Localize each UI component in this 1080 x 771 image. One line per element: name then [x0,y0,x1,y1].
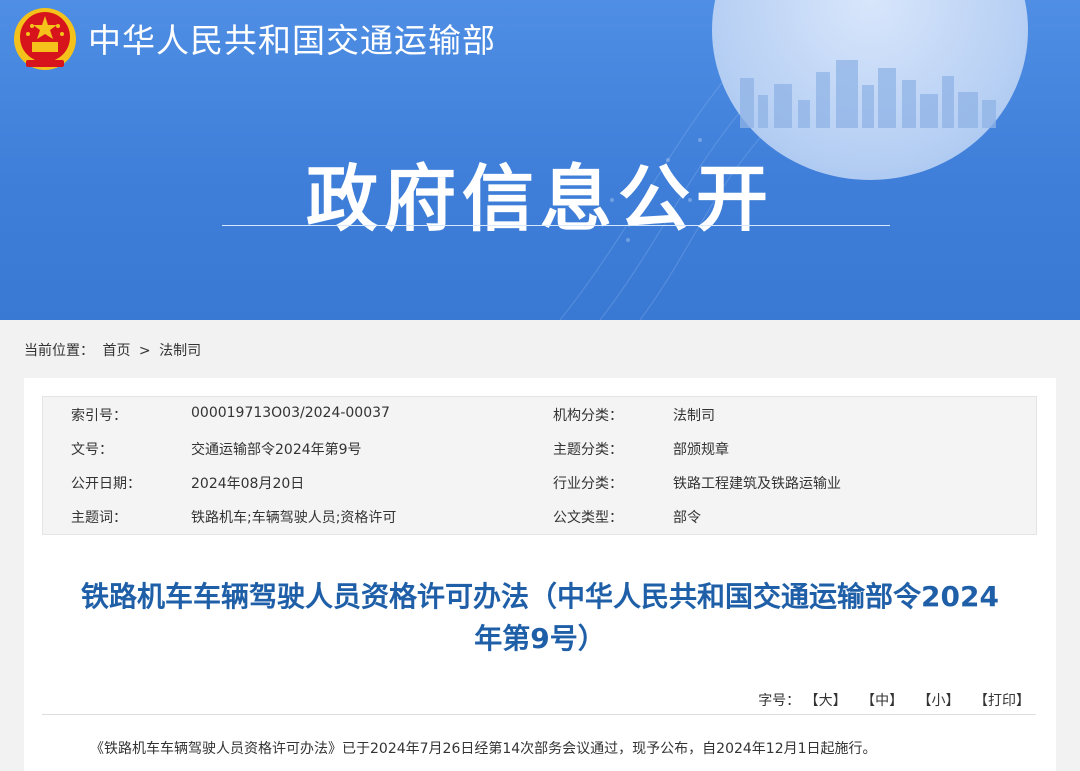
content-divider [42,714,1036,715]
metadata-value: 交通运输部令2024年第9号 [191,442,362,458]
print-button[interactable]: 【打印】 [974,693,1030,709]
document-title-line: 铁路机车车辆驾驶人员资格许可办法（中华人民共和国交通运输部令2024 [81,580,999,613]
metadata-value: 部令 [673,510,701,526]
national-emblem-icon [14,8,76,70]
breadcrumb-separator: > [138,343,151,359]
document-title: 铁路机车车辆驾驶人员资格许可办法（中华人民共和国交通运输部令2024 年第9号） [54,576,1026,660]
metadata-table: 索引号： 000019713O03/2024-00037 机构分类： 法制司 文… [42,396,1037,535]
font-size-controls: 字号： 【大】 【中】 【小】 【打印】 [758,690,1030,710]
metadata-label: 文号： [71,442,113,458]
breadcrumb-prefix: 当前位置： [24,343,94,359]
metadata-label: 公文类型： [553,510,623,526]
breadcrumb-home-link[interactable]: 首页 [102,343,130,359]
font-medium-button[interactable]: 【中】 [861,693,903,709]
metadata-label: 机构分类： [553,408,623,424]
metadata-value: 法制司 [673,408,715,424]
metadata-row: 公开日期： 2024年08月20日 行业分类： 铁路工程建筑及铁路运输业 [43,465,1036,499]
banner-divider [222,225,890,226]
metadata-value: 铁路工程建筑及铁路运输业 [673,476,841,492]
body-paragraph: 《铁路机车车辆驾驶人员资格许可办法》已于2024年7月26日经第14次部务会议通… [90,741,877,757]
metadata-row: 主题词： 铁路机车;车辆驾驶人员;资格许可 公文类型： 部令 [43,499,1036,533]
metadata-value: 2024年08月20日 [191,476,305,492]
metadata-label: 行业分类： [553,476,623,492]
metadata-value: 部颁规章 [673,442,729,458]
header-banner: 中华人民共和国交通运输部 政府信息公开 [0,0,1080,320]
breadcrumb: 当前位置： 首页 > 法制司 [24,340,205,360]
article-card: 索引号： 000019713O03/2024-00037 机构分类： 法制司 文… [24,378,1056,771]
font-large-button[interactable]: 【大】 [805,693,847,709]
font-small-button[interactable]: 【小】 [918,693,960,709]
font-size-label: 字号： [758,693,801,709]
metadata-label: 主题分类： [553,442,623,458]
site-title[interactable]: 中华人民共和国交通运输部 [88,14,496,62]
metadata-row: 文号： 交通运输部令2024年第9号 主题分类： 部颁规章 [43,431,1036,465]
metadata-value: 铁路机车;车辆驾驶人员;资格许可 [191,510,397,526]
document-title-line: 年第9号） [474,622,606,655]
metadata-value: 000019713O03/2024-00037 [191,405,390,421]
metadata-row: 索引号： 000019713O03/2024-00037 机构分类： 法制司 [43,397,1036,431]
metadata-label: 主题词： [71,510,127,526]
breadcrumb-current-link[interactable]: 法制司 [159,343,201,359]
metadata-label: 公开日期： [71,476,141,492]
metadata-label: 索引号： [71,408,127,424]
banner-title: 政府信息公开 [305,157,774,241]
